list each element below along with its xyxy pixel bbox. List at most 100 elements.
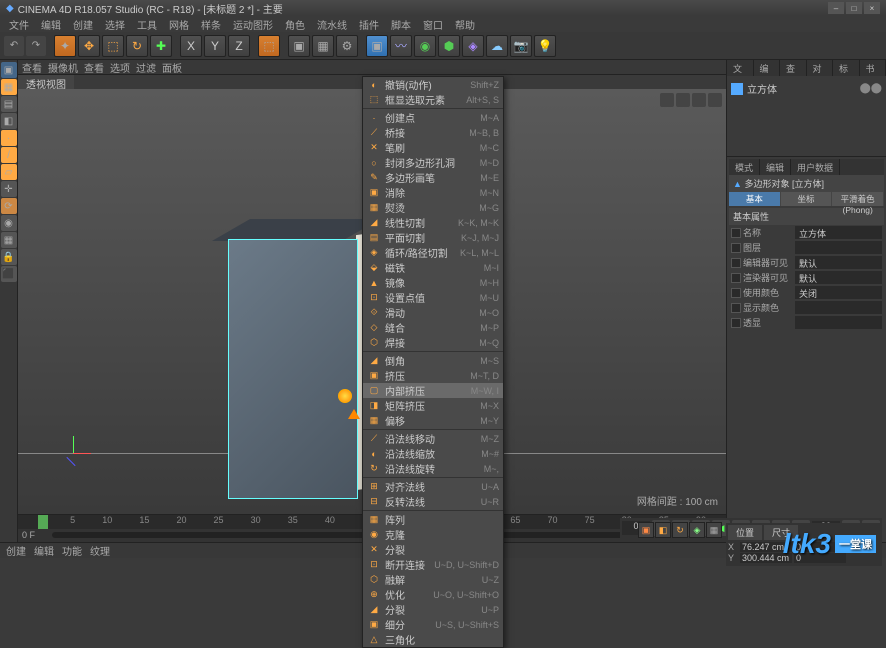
redo-button[interactable]: ↷	[26, 36, 46, 56]
ctx-阵列[interactable]: ▦阵列	[363, 512, 503, 527]
key-pos[interactable]: ▣	[638, 522, 654, 538]
ctx-融解[interactable]: ⬡融解U~Z	[363, 572, 503, 587]
ctx-多边形画笔[interactable]: ✎多边形画笔M~E	[363, 170, 503, 185]
camera[interactable]: 📷	[510, 35, 532, 57]
menu-网格[interactable]: 网格	[164, 16, 194, 33]
ctx-缝合[interactable]: ◇缝合M~P	[363, 320, 503, 335]
attr-mode-编辑[interactable]: 编辑	[760, 159, 791, 175]
attr-value[interactable]: 关闭	[795, 286, 882, 299]
render-region[interactable]: ▦	[312, 35, 334, 57]
attr-cb[interactable]	[731, 318, 741, 328]
attr-value[interactable]	[795, 316, 882, 329]
spline-primitive[interactable]: 〰	[390, 35, 412, 57]
menu-插件[interactable]: 插件	[354, 16, 384, 33]
select-tool[interactable]: ✦	[54, 35, 76, 57]
vp-menu-查看[interactable]: 查看	[22, 60, 42, 75]
texture-mode[interactable]: ▤	[1, 96, 17, 112]
attr-value[interactable]	[795, 241, 882, 254]
ctx-对齐法线[interactable]: ⊞对齐法线U~A	[363, 479, 503, 494]
rotate-tool[interactable]: ↻	[126, 35, 148, 57]
ctx-沿法线移动[interactable]: ⟋沿法线移动M~Z	[363, 431, 503, 446]
menu-窗口[interactable]: 窗口	[418, 16, 448, 33]
ctx-消除[interactable]: ▣消除M~N	[363, 185, 503, 200]
locked-workplane[interactable]: 🔒	[1, 249, 17, 265]
attr-tab-2[interactable]: 平滑着色(Phong)	[832, 192, 884, 206]
ctx-焊接[interactable]: ⬡焊接M~Q	[363, 335, 503, 350]
axis-y-toggle[interactable]: Y	[204, 35, 226, 57]
menu-样条[interactable]: 样条	[196, 16, 226, 33]
edge-mode[interactable]: /	[1, 147, 17, 163]
ctx-沿法线旋转[interactable]: ↻沿法线旋转M~,	[363, 461, 503, 476]
ctx-三角化[interactable]: △三角化	[363, 632, 503, 647]
ctx-克隆[interactable]: ◉克隆	[363, 527, 503, 542]
model-mode[interactable]: ▦	[1, 79, 17, 95]
ctx-细分[interactable]: ▣细分U~S, U~Shift+S	[363, 617, 503, 632]
menu-工具[interactable]: 工具	[132, 16, 162, 33]
generator-2[interactable]: ⬢	[438, 35, 460, 57]
attr-value[interactable]: 默认	[795, 271, 882, 284]
ctx-偏移[interactable]: ▦偏移M~Y	[363, 413, 503, 428]
key-scale[interactable]: ◧	[655, 522, 671, 538]
undo-button[interactable]: ↶	[4, 36, 24, 56]
ctx-倒角[interactable]: ◢倒角M~S	[363, 353, 503, 368]
render-view[interactable]: ▣	[288, 35, 310, 57]
scale-tool[interactable]: ⬚	[102, 35, 124, 57]
attr-cb[interactable]	[731, 303, 741, 313]
ctx-桥接[interactable]: ⟋桥接M~B, B	[363, 125, 503, 140]
ctx-封闭多边形孔洞[interactable]: ○封闭多边形孔洞M~D	[363, 155, 503, 170]
coord-tab-位置[interactable]: 位置	[728, 525, 762, 540]
attr-mode-用户数据[interactable]: 用户数据	[791, 159, 840, 175]
ctx-平面切割[interactable]: ▤平面切割K~J, M~J	[363, 230, 503, 245]
axis-mode[interactable]: ✛	[1, 181, 17, 197]
attr-cb[interactable]	[731, 288, 741, 298]
ctx-内部挤压[interactable]: ▢内部挤压M~W, I	[363, 383, 503, 398]
ctx-磁铁[interactable]: ⬙磁铁M~I	[363, 260, 503, 275]
point-mode[interactable]: ·	[1, 130, 17, 146]
attr-tab-0[interactable]: 基本	[729, 192, 781, 206]
ctx-循环/路径切割[interactable]: ◈循环/路径切割K~L, M~L	[363, 245, 503, 260]
attr-value[interactable]	[795, 301, 882, 314]
rp-tab-标签[interactable]: 标签	[833, 60, 860, 76]
bb-创建[interactable]: 创建	[6, 543, 26, 558]
deformer[interactable]: ◈	[462, 35, 484, 57]
attr-mode-模式[interactable]: 模式	[729, 159, 760, 175]
ctx-分裂[interactable]: ✕分裂	[363, 542, 503, 557]
ctx-矩阵挤压[interactable]: ◨矩阵挤压M~X	[363, 398, 503, 413]
menu-脚本[interactable]: 脚本	[386, 16, 416, 33]
ctx-镜像[interactable]: ▲镜像M~H	[363, 275, 503, 290]
vp-zoom-icon[interactable]	[676, 93, 690, 107]
light[interactable]: 💡	[534, 35, 556, 57]
menu-流水线[interactable]: 流水线	[312, 16, 352, 33]
workplane-mode[interactable]: ◧	[1, 113, 17, 129]
render-settings[interactable]: ⚙	[336, 35, 358, 57]
rp-tab-查看[interactable]: 查看	[780, 60, 807, 76]
ctx-反转法线[interactable]: ⊟反转法线U~R	[363, 494, 503, 509]
menu-文件[interactable]: 文件	[4, 16, 34, 33]
vp-menu-摄像机[interactable]: 摄像机	[48, 60, 78, 75]
workplane-snap[interactable]: ▦	[1, 232, 17, 248]
axis-x-toggle[interactable]: X	[180, 35, 202, 57]
vp-menu-选项[interactable]: 选项	[110, 60, 130, 75]
attr-cb[interactable]	[731, 228, 741, 238]
attr-cb[interactable]	[731, 258, 741, 268]
last-tool[interactable]: ✚	[150, 35, 172, 57]
key-pla[interactable]: ▦	[706, 522, 722, 538]
coord-system[interactable]: ⬚	[258, 35, 280, 57]
snap-toggle[interactable]: ◉	[1, 215, 17, 231]
menu-编辑[interactable]: 编辑	[36, 16, 66, 33]
menu-帮助[interactable]: 帮助	[450, 16, 480, 33]
rp-tab-编辑[interactable]: 编辑	[754, 60, 781, 76]
visibility-dots[interactable]: ⬤⬤	[860, 83, 882, 94]
menu-创建[interactable]: 创建	[68, 16, 98, 33]
ctx-熨烫[interactable]: ▦熨烫M~G	[363, 200, 503, 215]
maximize-button[interactable]: □	[846, 2, 862, 14]
menu-角色[interactable]: 角色	[280, 16, 310, 33]
vp-move-icon[interactable]	[660, 93, 674, 107]
attr-tab-1[interactable]: 坐标	[781, 192, 833, 206]
ctx-沿法线缩放[interactable]: ◐沿法线缩放M~#	[363, 446, 503, 461]
close-button[interactable]: ×	[864, 2, 880, 14]
bb-编辑[interactable]: 编辑	[34, 543, 54, 558]
rp-tab-文件[interactable]: 文件	[727, 60, 754, 76]
environment[interactable]: ☁	[486, 35, 508, 57]
cube-primitive[interactable]: ▣	[366, 35, 388, 57]
